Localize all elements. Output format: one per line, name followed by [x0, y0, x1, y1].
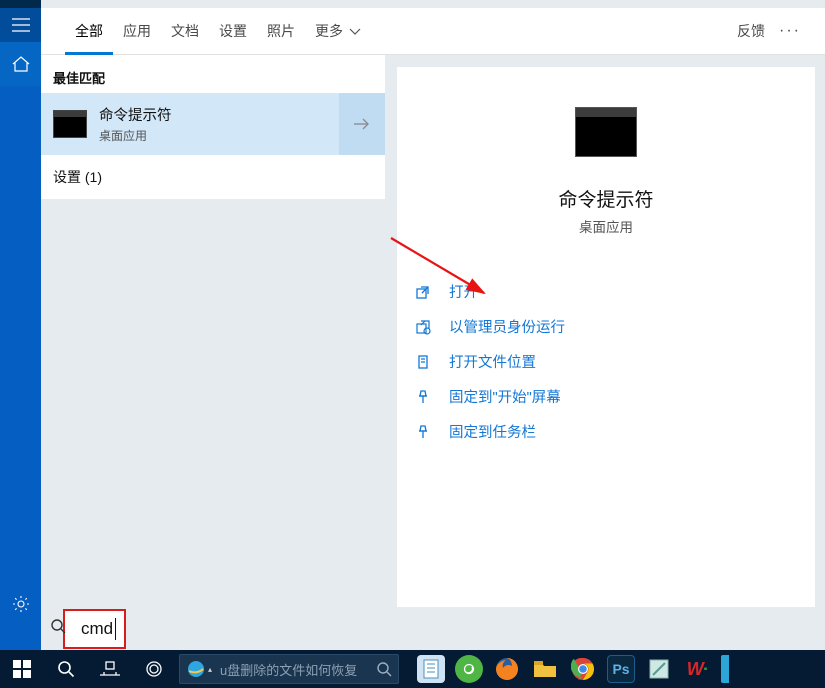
- search-panel: 全部 应用 文档 设置 照片 更多 反馈 ··· 最佳匹配 命令提示符 桌面应用: [41, 8, 825, 650]
- ie-icon: [186, 659, 206, 679]
- results-main: 最佳匹配 命令提示符 桌面应用 设置 (1): [41, 55, 385, 199]
- expand-arrow-button[interactable]: [339, 93, 385, 155]
- other-icon[interactable]: [721, 655, 729, 683]
- tab-docs[interactable]: 文档: [161, 8, 209, 55]
- open-external-icon: [415, 284, 431, 300]
- match-text: 命令提示符 桌面应用: [99, 104, 373, 144]
- action-open-label: 打开: [449, 281, 478, 302]
- taskbar: ▴ u盘删除的文件如何恢复 Ps W▪: [0, 650, 825, 688]
- action-pin-taskbar[interactable]: 固定到任务栏: [415, 421, 797, 442]
- detail-subtitle: 桌面应用: [579, 216, 633, 236]
- more-options-ellipsis[interactable]: ···: [765, 22, 801, 40]
- results-column: 最佳匹配 命令提示符 桌面应用 设置 (1): [41, 55, 385, 608]
- tab-photos[interactable]: 照片: [257, 8, 305, 55]
- taskview-button[interactable]: [88, 650, 132, 688]
- taskbar-apps: Ps W▪: [417, 655, 729, 683]
- photoshop-icon[interactable]: Ps: [607, 655, 635, 683]
- action-run-as-admin-label: 以管理员身份运行: [449, 316, 565, 337]
- action-pin-taskbar-label: 固定到任务栏: [449, 421, 536, 442]
- column-gap: [385, 55, 397, 608]
- sidebar-top-strip: [0, 0, 41, 8]
- start-button[interactable]: [0, 650, 44, 688]
- search-input-box[interactable]: cmd: [63, 609, 126, 649]
- wps-icon[interactable]: W▪: [683, 655, 711, 683]
- search-body: 最佳匹配 命令提示符 桌面应用 设置 (1): [41, 55, 825, 609]
- app-preview-icon: [575, 107, 637, 157]
- action-open-location-label: 打开文件位置: [449, 351, 536, 372]
- results-empty-area: [41, 199, 385, 608]
- search-icon: [57, 660, 75, 678]
- tab-all[interactable]: 全部: [65, 8, 113, 55]
- tab-apps[interactable]: 应用: [113, 8, 161, 55]
- cortana-icon: [144, 659, 164, 679]
- home-icon[interactable]: [0, 42, 41, 86]
- taskbar-search-box[interactable]: ▴ u盘删除的文件如何恢复: [179, 654, 399, 684]
- menu-icon[interactable]: [0, 8, 41, 42]
- notepad-icon[interactable]: [417, 655, 445, 683]
- ie-flag: ▴: [208, 665, 212, 674]
- cortana-sidebar: [0, 0, 41, 650]
- feedback-link[interactable]: 反馈: [737, 21, 765, 41]
- best-match-item[interactable]: 命令提示符 桌面应用: [41, 93, 385, 155]
- action-pin-start[interactable]: 固定到"开始"屏幕: [415, 386, 797, 407]
- search-tabs: 全部 应用 文档 设置 照片 更多 反馈 ···: [41, 8, 825, 55]
- best-match-header: 最佳匹配: [41, 55, 385, 93]
- tab-settings[interactable]: 设置: [209, 8, 257, 55]
- browser-icon[interactable]: [455, 655, 483, 683]
- search-query-text: cmd: [65, 618, 116, 640]
- gear-icon[interactable]: [0, 581, 41, 626]
- shield-icon: [415, 319, 431, 335]
- tab-more-label: 更多: [315, 8, 343, 55]
- chevron-down-icon: [349, 28, 361, 36]
- firefox-icon[interactable]: [493, 655, 521, 683]
- taskview-icon: [100, 661, 120, 677]
- action-open[interactable]: 打开: [415, 281, 797, 302]
- detail-title: 命令提示符: [558, 185, 653, 212]
- settings-section-header[interactable]: 设置 (1): [41, 155, 385, 199]
- chrome-icon[interactable]: [569, 655, 597, 683]
- file-explorer-icon[interactable]: [531, 655, 559, 683]
- taskbar-search-button[interactable]: [44, 650, 88, 688]
- pin-icon: [415, 389, 431, 405]
- match-subtitle: 桌面应用: [99, 127, 373, 144]
- start-icon: [13, 660, 31, 678]
- tab-more[interactable]: 更多: [305, 8, 371, 55]
- detail-panel: 命令提示符 桌面应用 打开 以管理员身份运行: [397, 67, 815, 607]
- actions-list: 打开 以管理员身份运行 打开文件位置: [397, 236, 815, 442]
- match-title: 命令提示符: [99, 104, 373, 125]
- arrow-right-icon: [353, 117, 371, 131]
- cortana-button[interactable]: [132, 650, 176, 688]
- cmd-thumb-icon: [53, 110, 87, 138]
- pin-icon: [415, 424, 431, 440]
- action-run-as-admin[interactable]: 以管理员身份运行: [415, 316, 797, 337]
- folder-icon: [415, 354, 431, 370]
- action-pin-start-label: 固定到"开始"屏幕: [449, 386, 561, 407]
- search-icon: [50, 618, 67, 640]
- taskbar-search-placeholder: u盘删除的文件如何恢复: [220, 660, 376, 679]
- note-icon[interactable]: [645, 655, 673, 683]
- action-open-location[interactable]: 打开文件位置: [415, 351, 797, 372]
- search-icon: [376, 661, 392, 677]
